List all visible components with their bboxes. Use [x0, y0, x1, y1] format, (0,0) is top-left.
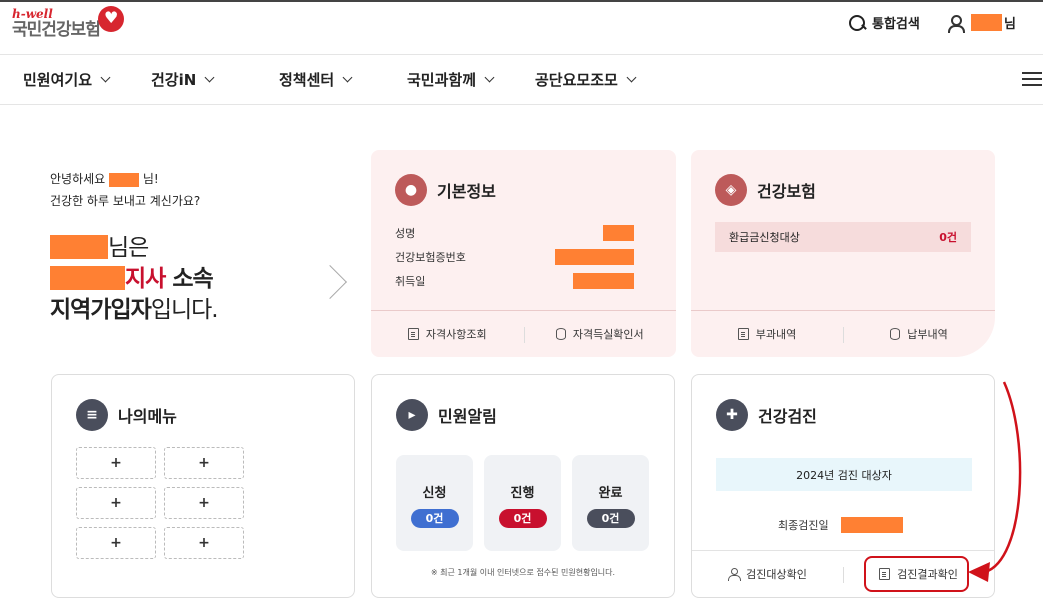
annotation-arrow-icon [968, 381, 1022, 582]
